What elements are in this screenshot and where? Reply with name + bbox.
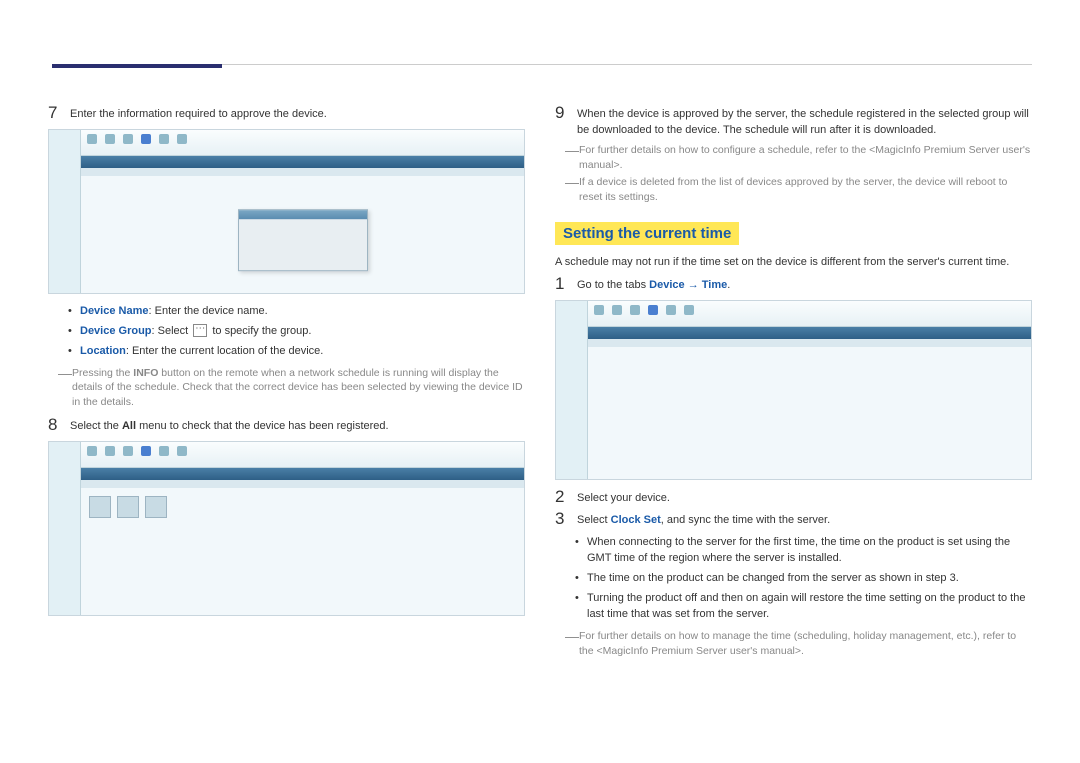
bullet-change-time: The time on the product can be changed f…: [575, 569, 1032, 589]
step-text: When the device is approved by the serve…: [577, 104, 1032, 139]
label-location: Location: [80, 345, 126, 357]
left-column: 7 Enter the information required to appr…: [48, 100, 525, 661]
step-1: 1 Go to the tabs Device → Time.: [555, 275, 1032, 294]
heading-paragraph: A schedule may not run if the time set o…: [555, 255, 1032, 271]
step-2: 2 Select your device.: [555, 488, 1032, 507]
tab-device: Device: [649, 279, 684, 291]
step-number: 9: [555, 104, 577, 123]
step-text: Select Clock Set, and sync the time with…: [577, 510, 1032, 529]
bullet-device-name: Device Name: Enter the device name.: [68, 302, 525, 322]
right-column: 9 When the device is approved by the ser…: [555, 100, 1032, 661]
step-text: Select the All menu to check that the de…: [70, 416, 525, 435]
step-number: 7: [48, 104, 70, 123]
step-3-bullets: When connecting to the server for the fi…: [575, 533, 1032, 625]
all-bold: All: [122, 420, 136, 432]
screenshot-device-time: [555, 300, 1032, 480]
clock-set-link: Clock Set: [611, 514, 661, 526]
step-text: Select your device.: [577, 488, 1032, 507]
bullet-device-group: Device Group: Select to specify the grou…: [68, 322, 525, 342]
accent-bar: [52, 64, 222, 68]
step-7-bullets: Device Name: Enter the device name. Devi…: [68, 302, 525, 362]
bullet-location: Location: Enter the current location of …: [68, 342, 525, 362]
step-text: Go to the tabs Device → Time.: [577, 275, 1032, 294]
screenshot-all-devices: [48, 441, 525, 616]
step-9: 9 When the device is approved by the ser…: [555, 104, 1032, 139]
label-device-name: Device Name: [80, 305, 149, 317]
info-bold: INFO: [133, 367, 158, 379]
step-text: Enter the information required to approv…: [70, 104, 525, 123]
note-info-button: ― Pressing the INFO button on the remote…: [58, 366, 525, 410]
step-number: 2: [555, 488, 577, 507]
browse-icon: [193, 324, 207, 337]
bullet-gmt: When connecting to the server for the fi…: [575, 533, 1032, 569]
step-number: 3: [555, 510, 577, 529]
tab-time: Time: [702, 279, 727, 291]
step-number: 8: [48, 416, 70, 435]
two-column-layout: 7 Enter the information required to appr…: [48, 100, 1032, 661]
step-3: 3 Select Clock Set, and sync the time wi…: [555, 510, 1032, 529]
screenshot-approve-device: [48, 129, 525, 294]
heading-setting-time: Setting the current time: [555, 222, 739, 245]
note-schedule-manual: ―For further details on how to configure…: [565, 143, 1032, 172]
step-7: 7 Enter the information required to appr…: [48, 104, 525, 123]
step-number: 1: [555, 275, 577, 294]
label-device-group: Device Group: [80, 325, 152, 337]
note-device-deleted: ―If a device is deleted from the list of…: [565, 175, 1032, 204]
step-8: 8 Select the All menu to check that the …: [48, 416, 525, 435]
bullet-restore-time: Turning the product off and then on agai…: [575, 589, 1032, 625]
note-time-manual: ―For further details on how to manage th…: [565, 629, 1032, 658]
